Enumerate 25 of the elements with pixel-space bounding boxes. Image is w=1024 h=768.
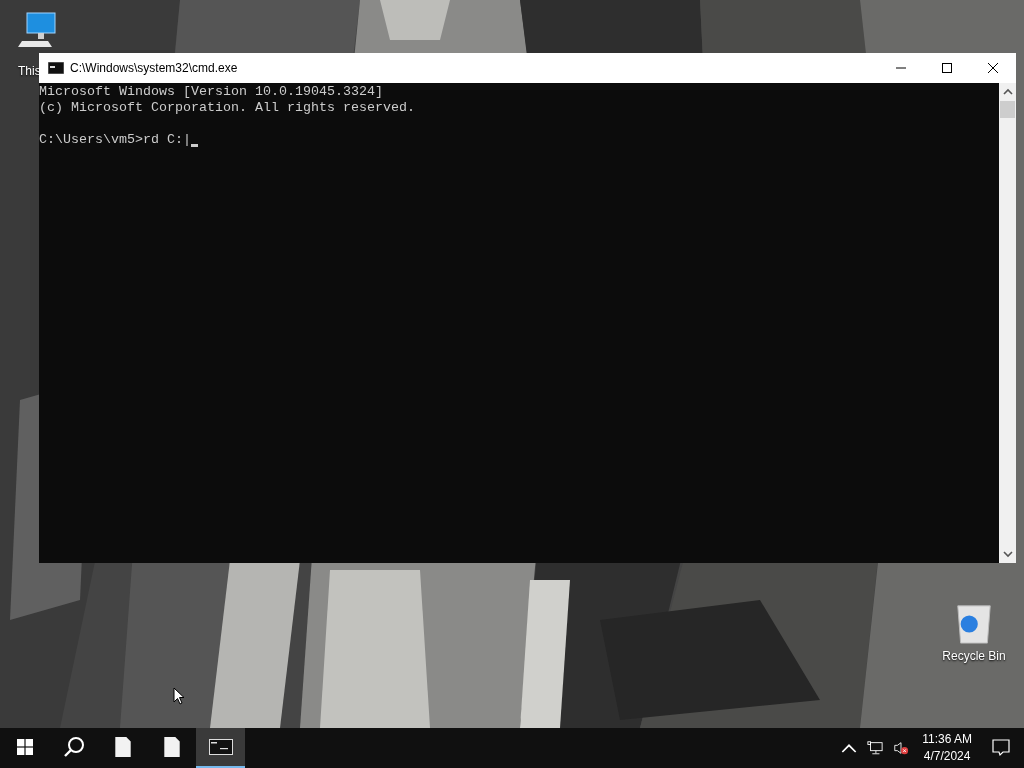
maximize-icon [941,62,953,74]
search-icon [62,736,85,758]
console-icon [48,62,64,74]
scroll-thumb[interactable] [1000,101,1015,118]
console-icon [208,739,233,755]
scroll-up-icon[interactable] [1002,88,1013,96]
scrollbar[interactable] [999,83,1016,563]
console-area[interactable]: Microsoft Windows [Version 10.0.19045.3324] (c) Microsoft Corporation. All rights reserved. C:\Users\vm5>rd C:| [39,83,999,563]
console-line: Microsoft Windows [Version 10.0.19045.3324] [39,84,384,100]
console-line: (c) Microsoft Corporation. All rights reserved. [39,100,416,116]
console-prompt: C:\Users\vm5>rd C:| [39,132,191,148]
scroll-down-icon[interactable] [1002,550,1013,558]
speaker-muted-icon[interactable] [893,740,910,756]
close-icon [987,62,999,74]
notification-icon[interactable] [992,739,1010,757]
taskbar-app-button[interactable] [196,728,245,768]
clock-date[interactable]: 4/7/2024 [923,748,971,765]
window-title: C:\Windows\system32\cmd.exe [70,61,238,75]
text-cursor [190,144,198,147]
network-icon[interactable] [867,740,884,756]
windows-logo-icon [16,739,33,755]
desktop-icon-label[interactable]: Recycle Bin [942,649,1006,663]
recycle-bin-icon[interactable] [954,603,994,645]
mouse-pointer-icon [173,687,185,705]
clock-time[interactable]: 11:36 AM [922,731,972,748]
